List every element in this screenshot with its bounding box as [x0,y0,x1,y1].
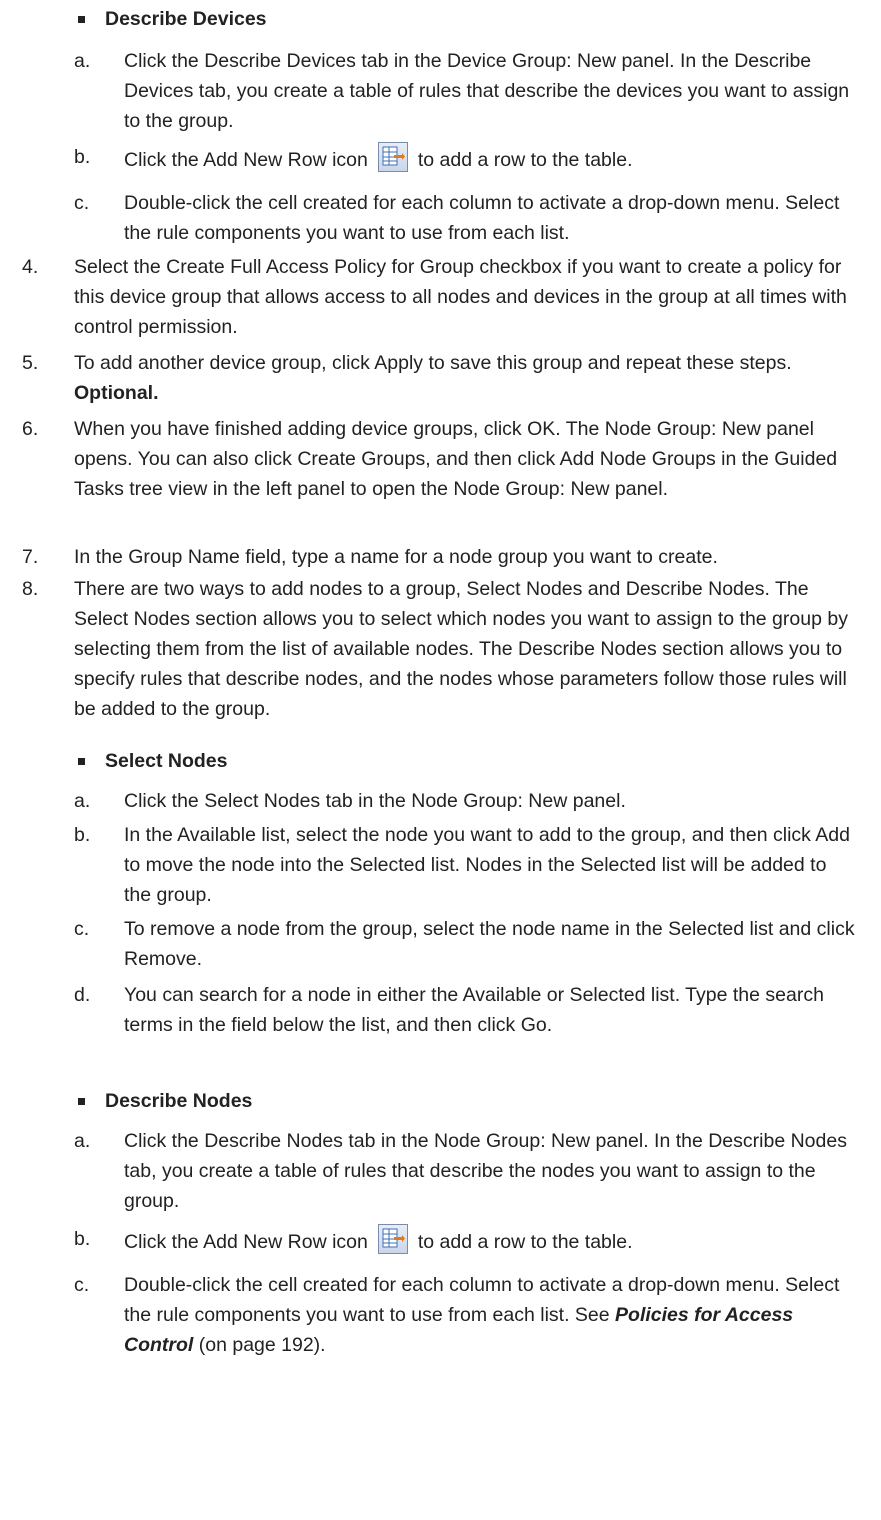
heading-describe-devices: Describe Devices [105,8,267,30]
sn-step-b: b. In the Available list, select the nod… [74,824,850,906]
sn-step-c: c. To remove a node from the group, sele… [74,918,855,970]
step-5: 5. To add another device group, click Ap… [22,352,792,404]
document-page: Describe Devices a. Click the Describe D… [0,0,881,1520]
sn-step-d: d. You can search for a node in either t… [74,984,824,1036]
dd-step-c: c. Double-click the cell created for eac… [74,192,840,244]
dn-step-b: b. Click the Add New Row icon to add a ro… [0,1224,857,1257]
step-8: 8. There are two ways to add nodes to a … [22,578,848,720]
dd-step-b: b. Click the Add New Row icon to add a ro… [0,142,857,175]
sn-step-a: a. Click the Select Nodes tab in the Nod… [74,790,626,812]
add-new-row-icon [377,1224,408,1254]
dd-step-a: a. Click the Describe Devices tab in the… [74,50,850,132]
dn-step-a: a. Click the Describe Nodes tab in the N… [74,1130,847,1212]
step-6: 6. When you have finished adding device … [22,418,838,500]
bullet-describe-devices: Describe Devices [78,4,267,34]
bullet-square [78,1097,85,1105]
bullet-square [78,757,85,765]
bullet-select-nodes: Select Nodes [78,746,227,776]
step-4: 4. Select the Create Full Access Policy … [22,256,847,338]
heading-select-nodes: Select Nodes [105,750,228,772]
bullet-square [78,15,85,23]
dn-step-c: c. Double-click the cell created for eac… [74,1274,840,1356]
bullet-describe-nodes: Describe Nodes [78,1086,252,1116]
heading-describe-nodes: Describe Nodes [105,1090,253,1112]
step-7: 7. In the Group Name field, type a name … [22,546,718,568]
add-new-row-icon [377,142,408,172]
